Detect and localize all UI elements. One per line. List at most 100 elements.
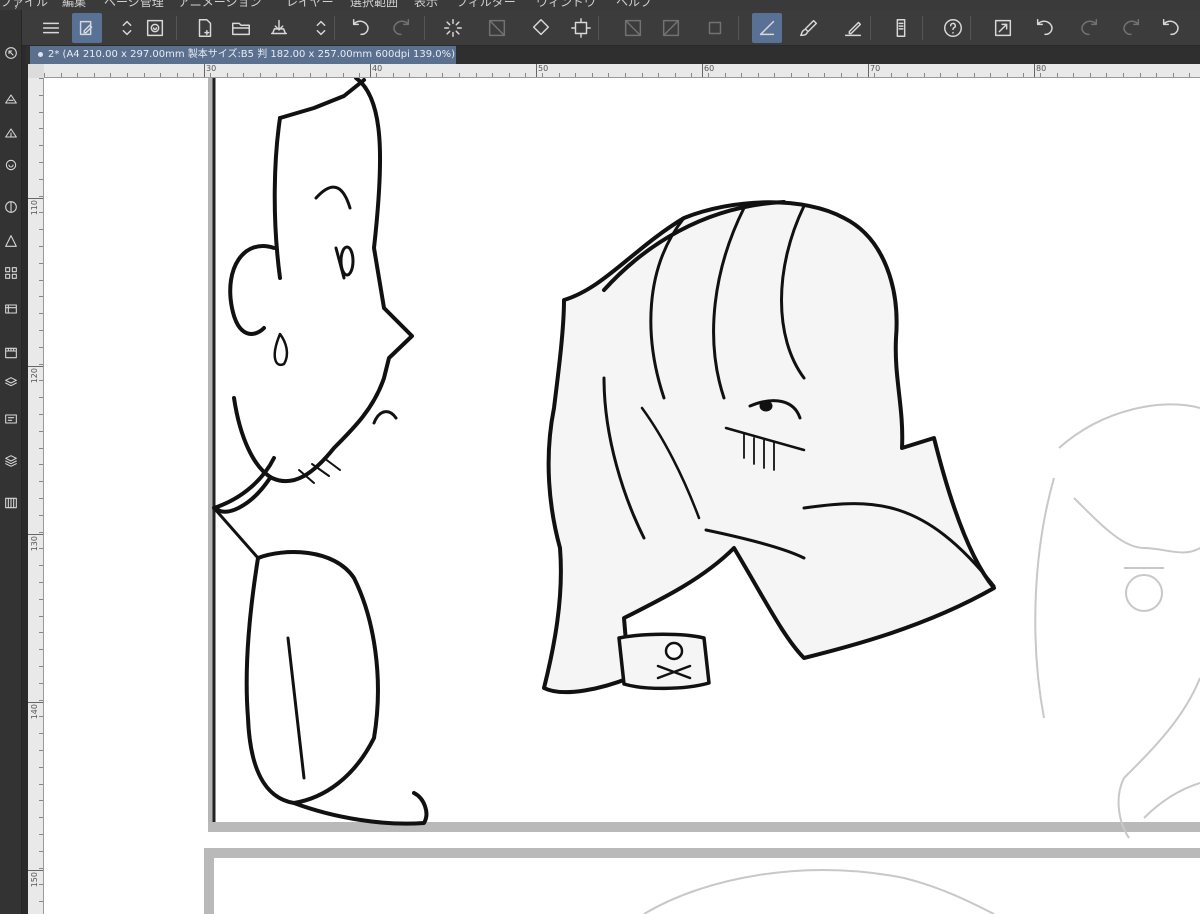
ruler-pen-button[interactable] <box>838 13 868 43</box>
timeline-palette-button[interactable] <box>0 342 22 364</box>
ruler-major-tick <box>28 366 43 367</box>
color-wheel-palette-button[interactable] <box>0 196 22 218</box>
ruler-tick <box>39 850 43 852</box>
menu-item[interactable]: アニメーション <box>178 0 262 10</box>
stepper-button[interactable] <box>306 13 336 43</box>
ruler-tick <box>243 73 245 77</box>
open-folder-icon <box>232 22 250 36</box>
loading-button[interactable] <box>438 13 468 43</box>
rotate-left-button[interactable] <box>1030 13 1060 43</box>
page-manager-palette-button[interactable] <box>0 492 22 514</box>
deselect-button[interactable] <box>482 13 512 43</box>
redo-button[interactable] <box>1074 13 1104 43</box>
ruler-tick <box>39 212 43 214</box>
ruler-tick <box>39 800 43 802</box>
edit-mode-button[interactable] <box>72 13 102 43</box>
drawing-canvas[interactable] <box>44 78 1200 914</box>
expand-button[interactable] <box>988 13 1018 43</box>
ruler-tick <box>890 73 892 77</box>
ruler-tick <box>907 73 909 77</box>
menu-item[interactable]: 選択範囲 <box>350 0 398 10</box>
ruler-tick <box>259 73 261 77</box>
menu-item[interactable]: フィルター <box>456 0 516 10</box>
invert-selection-icon <box>662 19 680 37</box>
brush-button[interactable] <box>794 13 824 43</box>
spiral-button[interactable] <box>140 13 170 43</box>
snap-ruler-button[interactable] <box>752 13 782 43</box>
document-tab[interactable]: 2* (A4 210.00 x 297.00mm 製本サイズ:B5 判 182.… <box>30 46 456 64</box>
ruler-tick <box>39 128 43 130</box>
ruler-tick <box>39 296 43 298</box>
navigator-palette-button[interactable] <box>0 42 22 64</box>
ruler-tick <box>77 73 79 77</box>
ruler-tick <box>39 363 43 365</box>
ruler-tick <box>674 73 676 77</box>
ruler-tick <box>575 73 577 77</box>
help-button[interactable] <box>938 13 968 43</box>
menu-item[interactable]: ウィンドウ <box>536 0 596 10</box>
save-icon <box>270 19 288 35</box>
ruler-tick <box>1073 73 1075 77</box>
crop-button[interactable] <box>700 13 730 43</box>
menu-item[interactable]: 編集 <box>62 0 86 10</box>
ruler-tick <box>39 582 43 583</box>
ruler-tick <box>127 73 128 77</box>
toolbar-separator <box>922 16 923 40</box>
material-palette-button[interactable] <box>0 298 22 320</box>
ruler-tick <box>210 73 211 77</box>
device-button[interactable] <box>886 13 916 43</box>
ruler-tick <box>39 565 43 567</box>
snap-ruler-icon <box>759 20 775 36</box>
ruler-tick <box>226 73 228 77</box>
ruler-tick <box>39 246 43 247</box>
chevron-right-icon[interactable]: › <box>14 2 18 10</box>
ruler-tick <box>110 73 112 77</box>
save-button[interactable] <box>264 13 294 43</box>
menu-item[interactable]: レイヤー <box>286 0 334 10</box>
ruler-tick <box>973 73 975 77</box>
menu-item[interactable]: ヘルプ <box>616 0 652 10</box>
menu-item[interactable]: 表示 <box>414 0 438 10</box>
stepper-button[interactable] <box>112 13 142 43</box>
redo-button[interactable] <box>1116 13 1146 43</box>
layer-search-palette-button[interactable] <box>0 408 22 430</box>
ruler-tick <box>658 73 660 77</box>
device-icon <box>896 19 906 37</box>
open-folder-button[interactable] <box>226 13 256 43</box>
transform-button[interactable] <box>566 13 596 43</box>
color-set-palette-button[interactable] <box>0 230 22 252</box>
menu-item[interactable]: ファイル <box>0 0 48 10</box>
tool-property-palette-button[interactable] <box>0 88 22 110</box>
rotate-left-icon <box>1036 19 1053 36</box>
ruler-tick <box>39 531 43 533</box>
invert-selection-button[interactable] <box>656 13 686 43</box>
sub-tool-palette-button[interactable] <box>0 122 22 144</box>
menu-button[interactable] <box>36 13 66 43</box>
layer-palette-button[interactable] <box>0 450 22 472</box>
ruler-tick <box>542 73 543 77</box>
ruler-tick <box>93 73 95 77</box>
undo-button[interactable] <box>1156 13 1186 43</box>
navigator-icon <box>5 47 17 59</box>
intermediate-color-icon <box>5 267 17 279</box>
ruler-tick <box>39 162 43 163</box>
undo-icon <box>1162 19 1179 36</box>
brush-size-palette-button[interactable] <box>0 154 22 176</box>
ruler-tick <box>39 750 43 751</box>
menu-item[interactable]: ページ管理 <box>104 0 164 10</box>
ruler-tick <box>558 73 560 77</box>
ruler-tick <box>442 73 444 77</box>
redo-button[interactable] <box>386 13 416 43</box>
undo-button[interactable] <box>346 13 376 43</box>
ruler-tick <box>39 834 43 835</box>
ruler-tick <box>608 73 610 77</box>
new-page-button[interactable] <box>190 13 220 43</box>
layer-property-palette-button[interactable] <box>0 372 22 394</box>
ruler-tick <box>492 73 494 77</box>
ruler-tick <box>39 330 43 331</box>
hide-selection-button[interactable] <box>618 13 648 43</box>
stepper-icon <box>316 20 326 36</box>
fill-button[interactable] <box>526 13 556 43</box>
ruler-tick <box>625 73 626 77</box>
intermediate-color-palette-button[interactable] <box>0 262 22 284</box>
